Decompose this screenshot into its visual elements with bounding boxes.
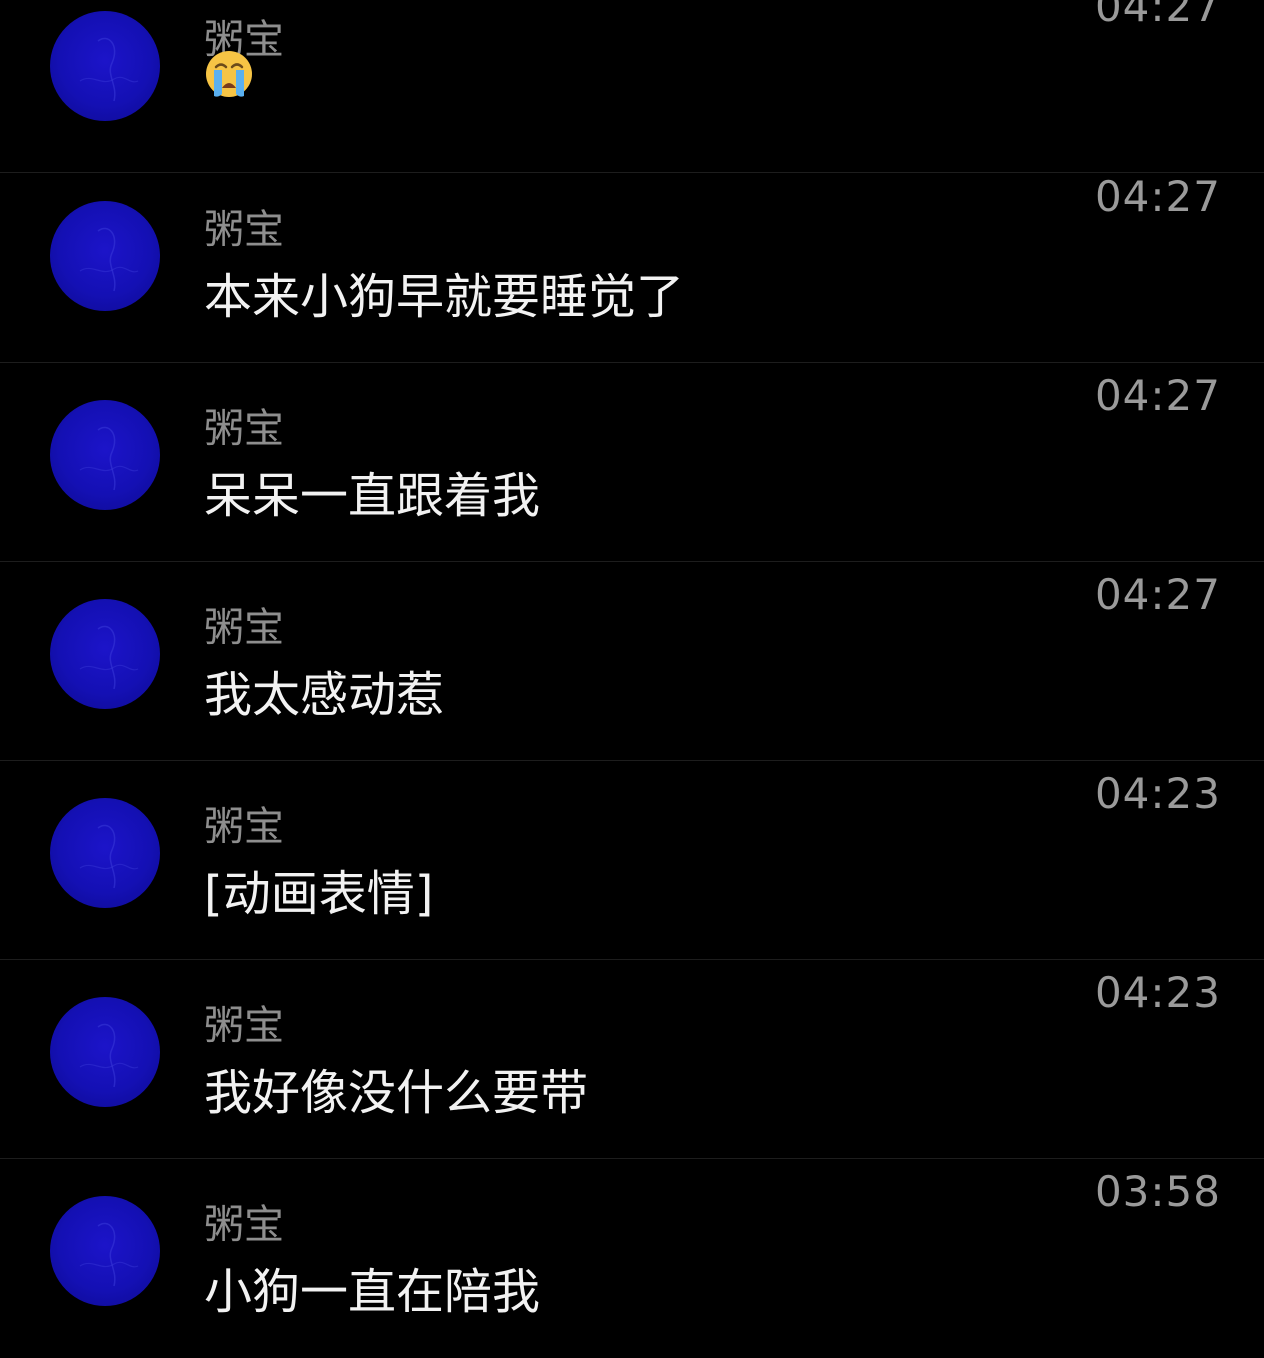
message-text: 我好像没什么要带: [204, 1065, 589, 1121]
message-time: 04:27: [1094, 570, 1221, 619]
avatar[interactable]: [50, 1196, 160, 1306]
avatar[interactable]: [50, 400, 160, 510]
message-time: 04:27: [1094, 172, 1221, 221]
message-text: 呆呆一直跟着我: [204, 468, 541, 524]
avatar[interactable]: [50, 11, 160, 121]
message-row[interactable]: 粥宝 04:27: [0, 0, 1264, 173]
sender-name: 粥宝: [204, 605, 284, 651]
message-row[interactable]: 粥宝 [动画表情] 04:23: [0, 761, 1264, 960]
message-time: 04:27: [1094, 371, 1221, 420]
sender-name: 粥宝: [204, 406, 284, 452]
message-row[interactable]: 粥宝 本来小狗早就要睡觉了 04:27: [0, 164, 1264, 363]
message-text: 小狗一直在陪我: [204, 1264, 541, 1320]
message-text: 我太感动惹: [204, 667, 445, 723]
message-time: 04:27: [1094, 0, 1221, 31]
message-time: 04:23: [1094, 769, 1221, 818]
message-row[interactable]: 粥宝 小狗一直在陪我 03:58: [0, 1159, 1264, 1358]
avatar[interactable]: [50, 599, 160, 709]
message-row[interactable]: 粥宝 我好像没什么要带 04:23: [0, 960, 1264, 1159]
sender-name: 粥宝: [204, 1202, 284, 1248]
message-time: 03:58: [1094, 1167, 1221, 1216]
avatar[interactable]: [50, 201, 160, 311]
avatar[interactable]: [50, 997, 160, 1107]
message-list: 粥宝 04:27 粥宝 本来小狗早就要睡觉了 04:27 粥宝 呆呆一直跟着我 …: [0, 0, 1264, 1354]
message-time: 04:23: [1094, 968, 1221, 1017]
message-row[interactable]: 粥宝 呆呆一直跟着我 04:27: [0, 363, 1264, 562]
sender-name: 粥宝: [204, 1003, 284, 1049]
sender-name: 粥宝: [204, 804, 284, 850]
message-text: [动画表情]: [204, 866, 434, 922]
loudly-crying-face-icon: [206, 51, 252, 97]
avatar[interactable]: [50, 798, 160, 908]
message-row[interactable]: 粥宝 我太感动惹 04:27: [0, 562, 1264, 761]
message-text: 本来小狗早就要睡觉了: [204, 269, 685, 325]
sender-name: 粥宝: [204, 207, 284, 253]
